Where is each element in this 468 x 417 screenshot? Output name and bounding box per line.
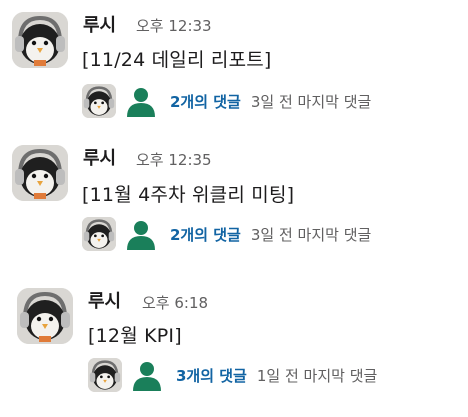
- penguin-headphones-icon: [17, 288, 73, 344]
- participant-avatar: [88, 358, 122, 392]
- participant-avatar: [82, 217, 116, 251]
- timestamp[interactable]: 오후 12:33: [136, 15, 212, 36]
- last-reply-time: 3일 전 마지막 댓글: [250, 225, 372, 244]
- author-name[interactable]: 루시: [83, 11, 116, 37]
- default-user-icon: [127, 221, 155, 250]
- penguin-headphones-icon: [82, 84, 116, 118]
- author-avatar[interactable]: [12, 145, 68, 201]
- reply-count-link[interactable]: 2개의 댓글: [170, 224, 241, 245]
- author-avatar[interactable]: [12, 12, 68, 68]
- last-reply-time: 3일 전 마지막 댓글: [250, 92, 372, 111]
- message-text: [11월 4주차 위클리 미팅]: [82, 184, 295, 206]
- penguin-headphones-icon: [12, 145, 68, 201]
- message-text: [11/24 데일리 리포트]: [82, 49, 272, 71]
- author-name[interactable]: 루시: [83, 144, 116, 170]
- author-avatar[interactable]: [17, 288, 73, 344]
- default-user-icon: [133, 362, 161, 391]
- timestamp[interactable]: 오후 6:18: [142, 292, 208, 313]
- thread-summary[interactable]: 2개의 댓글 3일 전 마지막 댓글: [82, 83, 371, 119]
- timestamp[interactable]: 오후 12:35: [136, 149, 212, 170]
- participant-avatar: [130, 358, 164, 392]
- participant-avatar: [82, 84, 116, 118]
- penguin-headphones-icon: [12, 12, 68, 68]
- reply-count-link[interactable]: 3개의 댓글: [176, 365, 247, 386]
- thread-summary[interactable]: 2개의 댓글 3일 전 마지막 댓글: [82, 216, 371, 252]
- reply-count-link[interactable]: 2개의 댓글: [170, 91, 241, 112]
- penguin-headphones-icon: [88, 358, 122, 392]
- last-reply-time: 1일 전 마지막 댓글: [256, 366, 378, 385]
- penguin-headphones-icon: [82, 217, 116, 251]
- participant-avatar: [124, 84, 158, 118]
- default-user-icon: [127, 88, 155, 117]
- author-name[interactable]: 루시: [88, 287, 121, 313]
- thread-summary[interactable]: 3개의 댓글 1일 전 마지막 댓글: [88, 357, 377, 393]
- message-text: [12월 KPI]: [88, 325, 182, 347]
- participant-avatar: [124, 217, 158, 251]
